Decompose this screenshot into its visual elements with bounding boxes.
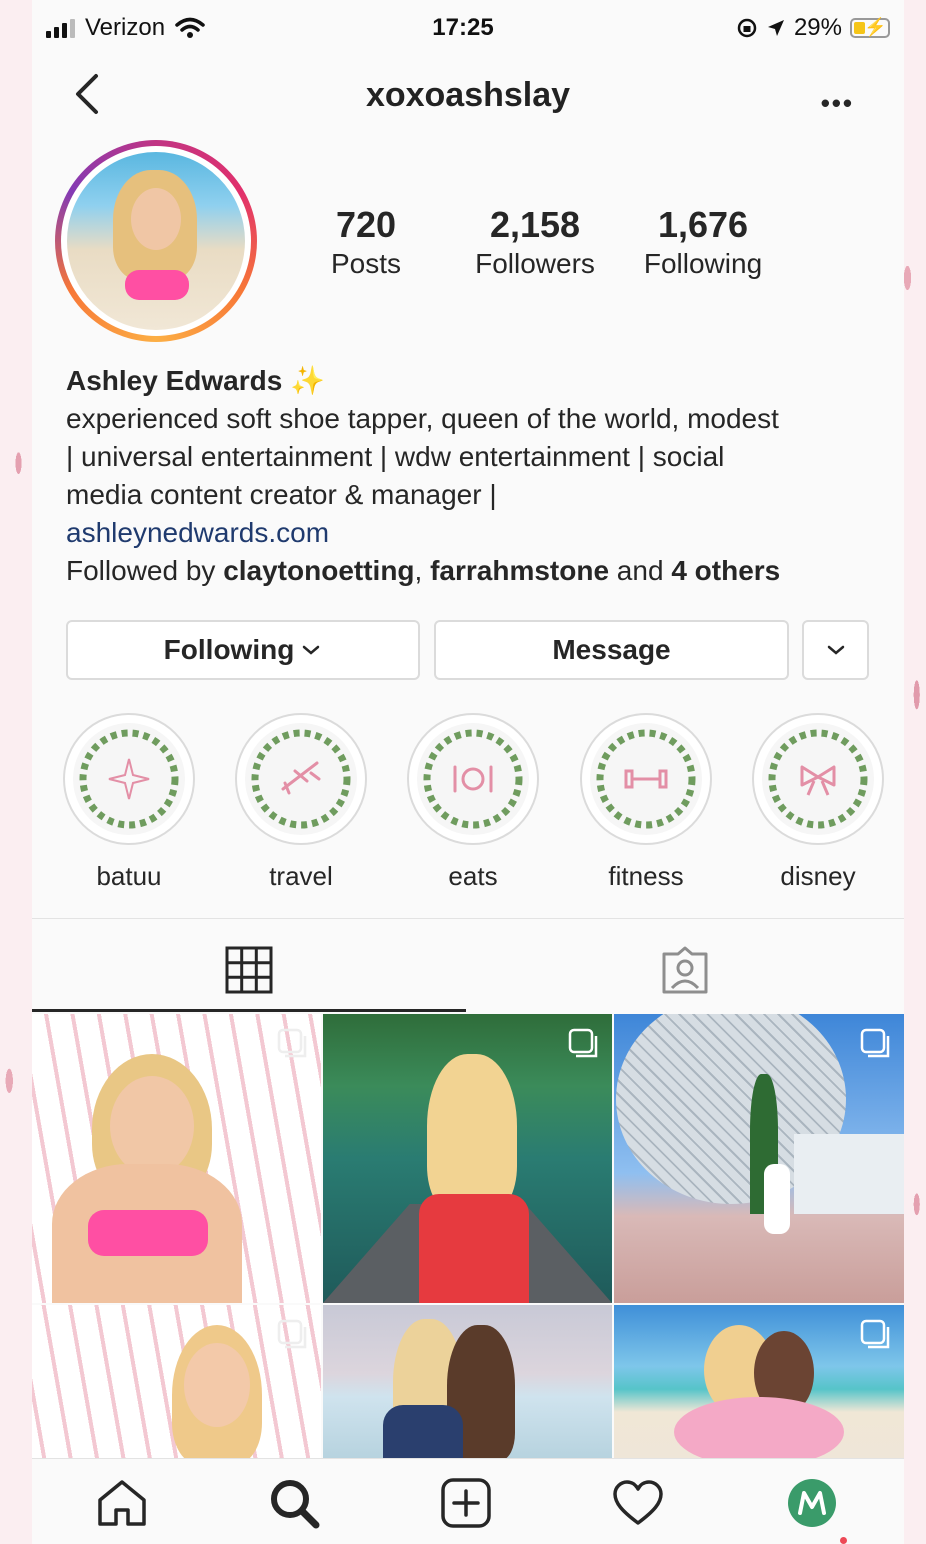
tagged-person-icon bbox=[662, 946, 708, 994]
stat-followers[interactable]: 2,158 Followers bbox=[455, 204, 615, 280]
bio-line: | universal entertainment | wdw entertai… bbox=[66, 441, 725, 472]
message-button-label: Message bbox=[552, 634, 671, 665]
post-thumbnail[interactable] bbox=[32, 1014, 321, 1303]
post-thumbnail[interactable] bbox=[32, 1305, 321, 1458]
nav-home[interactable] bbox=[92, 1473, 152, 1533]
screen: Verizon 17:25 29% ⚡ xoxoashslay ••• 720 … bbox=[0, 0, 926, 1544]
multiple-photos-icon bbox=[860, 1028, 890, 1058]
tab-tagged[interactable] bbox=[466, 930, 904, 1010]
highlight-disney[interactable]: disney bbox=[750, 713, 886, 892]
post-thumbnail[interactable] bbox=[323, 1305, 612, 1458]
notification-dot bbox=[840, 1537, 847, 1544]
highlight-label: fitness bbox=[608, 861, 684, 891]
following-label: Following bbox=[643, 248, 763, 279]
multiple-photos-icon bbox=[277, 1319, 307, 1349]
stat-following[interactable]: 1,676 Following bbox=[623, 204, 783, 280]
suggested-accounts-button[interactable] bbox=[802, 620, 869, 680]
nav-search[interactable] bbox=[264, 1473, 324, 1533]
conjunction: and bbox=[609, 555, 672, 586]
separator: , bbox=[414, 555, 431, 586]
status-bar: Verizon 17:25 29% ⚡ bbox=[0, 0, 926, 56]
dumbbell-icon bbox=[596, 729, 696, 829]
display-name: Ashley Edwards bbox=[66, 365, 283, 396]
others-count: 4 others bbox=[671, 555, 781, 586]
mutual-follower: claytonoetting bbox=[223, 555, 415, 586]
sparkle-emoji: ✨ bbox=[290, 365, 325, 396]
highlight-label: disney bbox=[780, 861, 856, 891]
avatar[interactable] bbox=[55, 140, 257, 342]
highlight-batuu[interactable]: batuu bbox=[61, 713, 197, 892]
sparkle-star-icon bbox=[79, 729, 179, 829]
location-arrow-icon bbox=[767, 20, 784, 36]
profile-header: xoxoashslay ••• bbox=[32, 62, 904, 132]
orientation-lock-icon bbox=[737, 18, 757, 38]
bio-line: media content creator & manager | bbox=[66, 479, 497, 510]
active-tab-indicator bbox=[32, 1009, 466, 1012]
profile-avatar-icon bbox=[788, 1479, 836, 1527]
following-button[interactable]: Following bbox=[66, 620, 420, 680]
tab-grid[interactable] bbox=[32, 930, 466, 1010]
grid-icon bbox=[225, 946, 273, 994]
followed-by-prefix: Followed by bbox=[66, 555, 224, 586]
highlight-eats[interactable]: eats bbox=[405, 713, 541, 892]
following-button-label: Following bbox=[163, 634, 295, 665]
plate-utensils-icon bbox=[423, 729, 523, 829]
following-count: 1,676 bbox=[657, 204, 749, 245]
highlight-label: travel bbox=[269, 861, 333, 891]
followers-label: Followers bbox=[475, 248, 595, 279]
page-title: xoxoashslay bbox=[365, 76, 571, 114]
nav-profile[interactable] bbox=[782, 1473, 842, 1533]
highlight-fitness[interactable]: fitness bbox=[578, 713, 714, 892]
post-thumbnail[interactable] bbox=[614, 1305, 904, 1458]
posts-label: Posts bbox=[330, 248, 402, 279]
multiple-photos-icon bbox=[860, 1319, 890, 1349]
home-icon bbox=[98, 1480, 146, 1526]
highlight-label: eats bbox=[448, 861, 498, 891]
followers-count: 2,158 bbox=[489, 204, 581, 245]
mutual-follower: farrahmstone bbox=[430, 555, 610, 586]
divider bbox=[32, 918, 904, 919]
activity-heart-icon bbox=[613, 1480, 663, 1525]
post-thumbnail[interactable] bbox=[323, 1014, 612, 1303]
chevron-down-icon bbox=[827, 645, 844, 655]
website-link[interactable]: ashleynedwards.com bbox=[66, 514, 866, 552]
bio-line: experienced soft shoe tapper, queen of t… bbox=[66, 403, 779, 434]
posts-count: 720 bbox=[335, 204, 397, 245]
highlight-travel[interactable]: travel bbox=[233, 713, 369, 892]
stat-posts[interactable]: 720 Posts bbox=[286, 204, 446, 280]
battery-icon: ⚡ bbox=[850, 17, 890, 38]
post-thumbnail[interactable] bbox=[614, 1014, 904, 1303]
airplane-icon bbox=[251, 729, 351, 829]
bio: Ashley Edwards ✨ experienced soft shoe t… bbox=[66, 362, 866, 590]
message-button[interactable]: Message bbox=[434, 620, 789, 680]
multiple-photos-icon bbox=[568, 1028, 598, 1058]
bottom-nav bbox=[32, 1458, 904, 1544]
nav-activity[interactable] bbox=[608, 1473, 668, 1533]
more-options-icon[interactable]: ••• bbox=[821, 88, 854, 119]
profile-photo bbox=[67, 152, 245, 330]
nav-new-post[interactable] bbox=[436, 1473, 496, 1533]
highlight-label: batuu bbox=[96, 861, 162, 891]
multiple-photos-icon bbox=[277, 1028, 307, 1058]
chevron-down-icon bbox=[303, 645, 320, 655]
followed-by[interactable]: Followed by claytonoetting, farrahmstone… bbox=[66, 552, 866, 590]
battery-percent: 29% bbox=[793, 14, 842, 41]
search-icon bbox=[271, 1480, 320, 1529]
bow-icon bbox=[768, 729, 868, 829]
new-post-icon bbox=[441, 1478, 491, 1528]
